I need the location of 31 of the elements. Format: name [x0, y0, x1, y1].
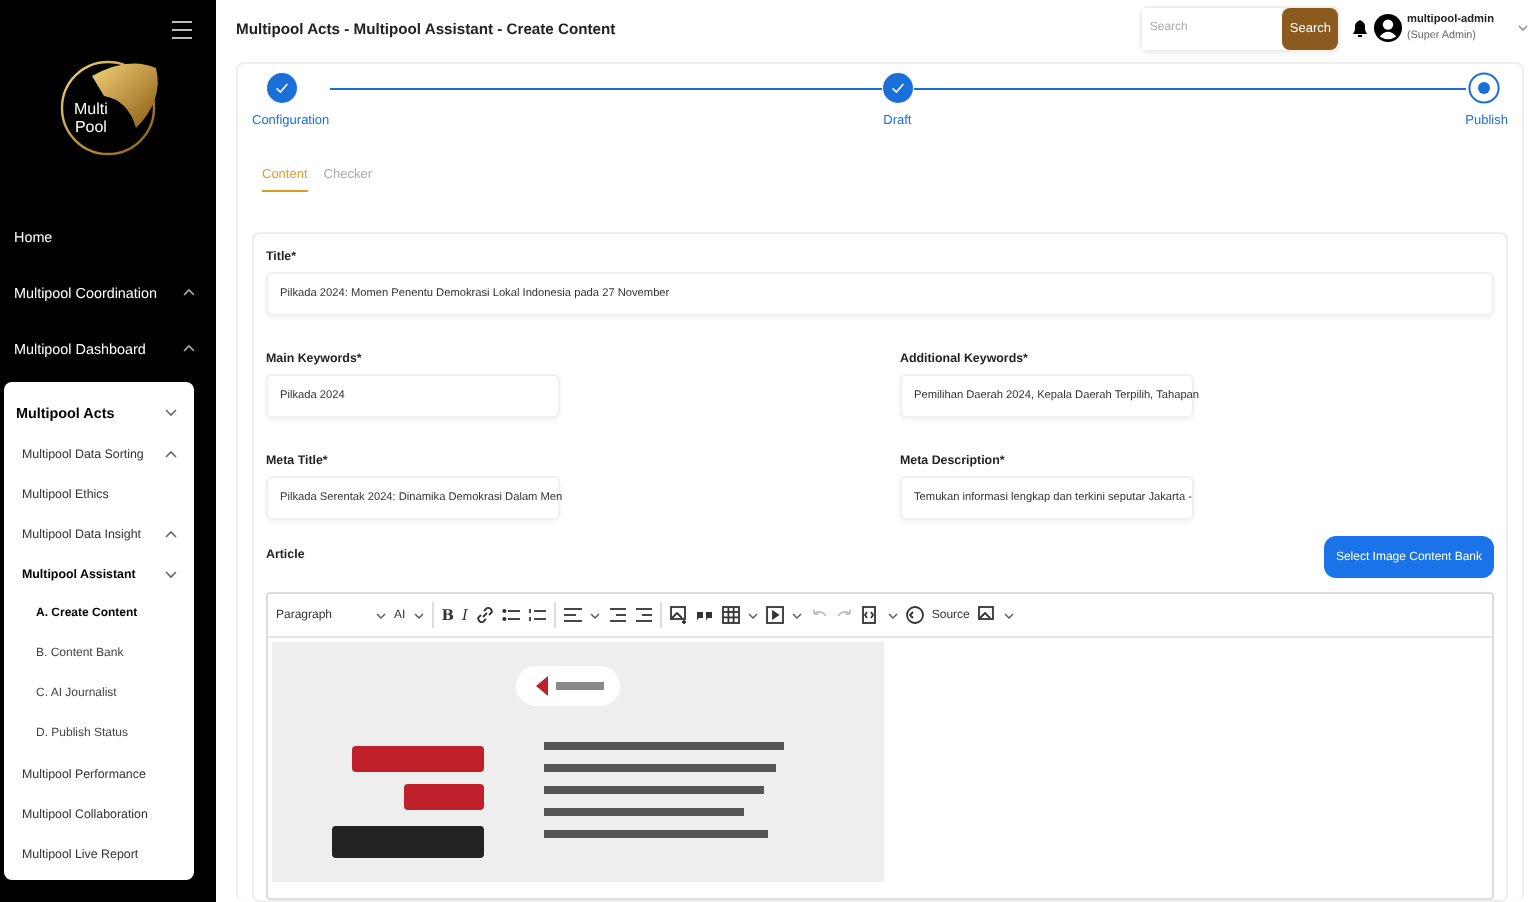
insert-image-icon[interactable] — [669, 606, 688, 624]
chevron-down-icon[interactable] — [164, 406, 178, 418]
bulleted-list-icon[interactable] — [501, 606, 520, 624]
chevron-up-icon[interactable] — [164, 448, 178, 460]
bell-icon[interactable] — [1352, 18, 1369, 38]
chevron-up-icon[interactable] — [164, 528, 178, 540]
indent-icon[interactable] — [633, 606, 652, 624]
media-icon[interactable] — [765, 606, 784, 624]
caret-icon[interactable] — [589, 611, 600, 619]
chevron-up-icon[interactable] — [182, 286, 196, 298]
caret-icon[interactable] — [1003, 611, 1014, 619]
caret-icon[interactable] — [887, 611, 898, 619]
table-icon[interactable] — [721, 606, 740, 624]
caret-icon[interactable] — [376, 611, 387, 619]
chevron-down-icon[interactable] — [164, 568, 178, 580]
numbered-list-icon[interactable] — [527, 606, 546, 624]
source-icon[interactable] — [905, 606, 924, 624]
blockquote-icon[interactable] — [695, 606, 714, 624]
menu-icon[interactable] — [172, 20, 192, 40]
html-embed-icon[interactable] — [861, 606, 880, 624]
caret-icon[interactable] — [1518, 24, 1528, 32]
outdent-icon[interactable] — [607, 606, 626, 624]
align-left-icon[interactable] — [563, 606, 582, 624]
avatar-icon[interactable] — [1374, 14, 1403, 42]
link-icon[interactable] — [475, 606, 494, 624]
caret-icon[interactable] — [413, 611, 424, 619]
logo-text: Multi Pool — [74, 100, 108, 136]
chevron-up-icon[interactable] — [182, 342, 196, 354]
caret-icon[interactable] — [747, 611, 758, 619]
caret-icon[interactable] — [791, 611, 802, 619]
image-icon[interactable] — [977, 606, 996, 624]
